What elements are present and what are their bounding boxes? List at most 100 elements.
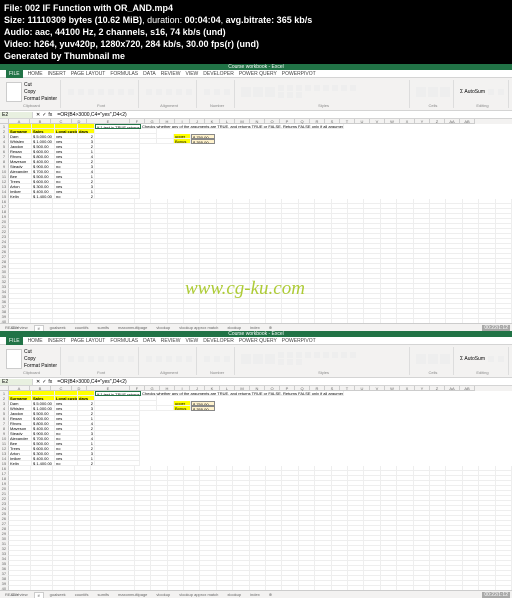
ribbon-tab-data[interactable]: DATA: [143, 71, 156, 77]
cell-style-swatch[interactable]: [296, 359, 302, 365]
cell-style-swatch[interactable]: [305, 352, 311, 358]
bold-button[interactable]: [78, 356, 84, 362]
font-button[interactable]: [68, 356, 74, 362]
border-button[interactable]: [108, 89, 114, 95]
cell-style-swatch[interactable]: [278, 359, 284, 365]
ribbon-tab-power-query[interactable]: POWER QUERY: [239, 71, 277, 77]
font-button[interactable]: [68, 89, 74, 95]
paste-button[interactable]: [6, 82, 22, 102]
ribbon-tab-view[interactable]: VIEW: [185, 71, 198, 77]
paste-button[interactable]: [6, 349, 22, 369]
format-table-button[interactable]: [253, 354, 263, 364]
ribbon-tab-review[interactable]: REVIEW: [161, 338, 181, 344]
ribbon-tab-insert[interactable]: INSERT: [48, 71, 66, 77]
cell-style-swatch[interactable]: [341, 85, 347, 91]
cell-style-swatch[interactable]: [296, 352, 302, 358]
format-painter-button[interactable]: Format Painter: [24, 96, 57, 102]
ribbon-tab-file[interactable]: FILE: [6, 337, 23, 345]
cell-style-swatch[interactable]: [278, 85, 284, 91]
find-select-button[interactable]: [498, 356, 504, 362]
merge-button[interactable]: [186, 356, 192, 362]
ribbon-tab-page-layout[interactable]: PAGE LAYOUT: [71, 338, 106, 344]
wrap-text-button[interactable]: [176, 356, 182, 362]
sheet-tab-vlookup[interactable]: vlookup: [153, 592, 173, 597]
sheet-tab-xlookup[interactable]: xlookup: [224, 592, 244, 597]
fx-icon[interactable]: fx: [48, 112, 52, 118]
ribbon-tab-view[interactable]: VIEW: [185, 338, 198, 344]
find-select-button[interactable]: [498, 89, 504, 95]
conditional-formatting-button[interactable]: [241, 354, 251, 364]
copy-button[interactable]: Copy: [24, 89, 57, 95]
number-format-button[interactable]: [204, 356, 210, 362]
format-painter-button[interactable]: Format Painter: [24, 363, 57, 369]
italic-button[interactable]: [88, 356, 94, 362]
comma-button[interactable]: [224, 356, 230, 362]
insert-cell-button[interactable]: [416, 87, 426, 97]
cell-style-swatch[interactable]: [323, 352, 329, 358]
cell-style-swatch[interactable]: [296, 92, 302, 98]
number-format-button[interactable]: [204, 89, 210, 95]
cell-style-swatch[interactable]: [287, 92, 293, 98]
wrap-text-button[interactable]: [176, 89, 182, 95]
ribbon-tab-page-layout[interactable]: PAGE LAYOUT: [71, 71, 106, 77]
cell-styles-button[interactable]: [265, 354, 275, 364]
cell-style-swatch[interactable]: [341, 352, 347, 358]
sheet-tab-vlookup-approx-match[interactable]: vlookup approx match: [176, 325, 221, 330]
autosum-button[interactable]: Σ AutoSum: [460, 89, 485, 95]
sheet-tab-xlookup[interactable]: xlookup: [224, 325, 244, 330]
name-box[interactable]: E2: [0, 379, 33, 385]
insert-cell-button[interactable]: [416, 354, 426, 364]
autosum-button[interactable]: Σ AutoSum: [460, 356, 485, 362]
cell-style-swatch[interactable]: [323, 85, 329, 91]
name-box[interactable]: E2: [0, 112, 33, 118]
format-cell-button[interactable]: [440, 87, 450, 97]
cell-style-swatch[interactable]: [332, 352, 338, 358]
ribbon-tab-developer[interactable]: DEVELOPER: [203, 71, 234, 77]
sheet-tab-goalseek[interactable]: goalseek: [47, 325, 69, 330]
sort-filter-button[interactable]: [488, 356, 494, 362]
cell-style-swatch[interactable]: [350, 352, 356, 358]
comma-button[interactable]: [224, 89, 230, 95]
enter-icon[interactable]: ✓: [42, 112, 46, 118]
font-color-button[interactable]: [128, 356, 134, 362]
sheet-tab-sumifs[interactable]: sumifs: [94, 592, 112, 597]
fill-color-button[interactable]: [118, 356, 124, 362]
conditional-formatting-button[interactable]: [241, 87, 251, 97]
cell-style-swatch[interactable]: [278, 352, 284, 358]
cell-style-swatch[interactable]: [287, 85, 293, 91]
format-table-button[interactable]: [253, 87, 263, 97]
align-center-button[interactable]: [156, 356, 162, 362]
delete-cell-button[interactable]: [428, 354, 438, 364]
percent-button[interactable]: [214, 89, 220, 95]
ribbon-tab-file[interactable]: FILE: [6, 70, 23, 78]
cut-button[interactable]: Cut: [24, 82, 57, 88]
ribbon-tab-developer[interactable]: DEVELOPER: [203, 338, 234, 344]
align-right-button[interactable]: [166, 89, 172, 95]
merge-button[interactable]: [186, 89, 192, 95]
cell-styles-button[interactable]: [265, 87, 275, 97]
new-sheet-button[interactable]: ⊕: [266, 325, 275, 330]
formula-bar[interactable]: =OR(B4>3000,C4="yes",D4<2): [55, 379, 512, 385]
border-button[interactable]: [108, 356, 114, 362]
cell-style-swatch[interactable]: [287, 352, 293, 358]
sheet-tab-countifs[interactable]: countifs: [72, 592, 92, 597]
cell-style-swatch[interactable]: [314, 85, 320, 91]
cancel-icon[interactable]: ✕: [36, 112, 40, 118]
italic-button[interactable]: [88, 89, 94, 95]
ribbon-tab-power-query[interactable]: POWER QUERY: [239, 338, 277, 344]
align-right-button[interactable]: [166, 356, 172, 362]
fill-color-button[interactable]: [118, 89, 124, 95]
sheet-tab-maxonmultipage[interactable]: maxonmultipage: [115, 592, 150, 597]
sheet-tab-if[interactable]: if: [34, 592, 44, 598]
fx-icon[interactable]: fx: [48, 379, 52, 385]
sheet-tab-countifs[interactable]: countifs: [72, 325, 92, 330]
ribbon-tab-data[interactable]: DATA: [143, 338, 156, 344]
cell-style-swatch[interactable]: [332, 85, 338, 91]
underline-button[interactable]: [98, 89, 104, 95]
align-left-button[interactable]: [146, 89, 152, 95]
cell-style-swatch[interactable]: [350, 85, 356, 91]
copy-button[interactable]: Copy: [24, 356, 57, 362]
delete-cell-button[interactable]: [428, 87, 438, 97]
ribbon-tab-powerpivot[interactable]: POWERPIVOT: [282, 71, 316, 77]
sheet-tab-vlookup[interactable]: vlookup: [153, 325, 173, 330]
